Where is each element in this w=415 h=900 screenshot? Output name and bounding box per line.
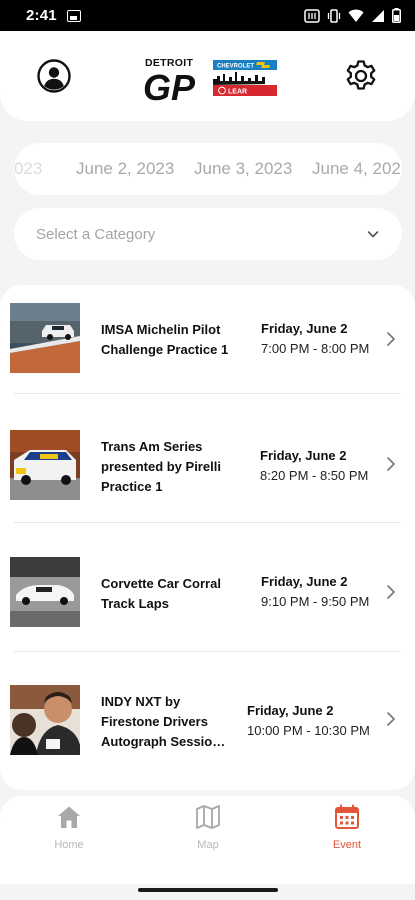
- detroit-gp-logo: DETROIT GP CHEVROLET LEAR: [143, 56, 279, 108]
- chevron-down-icon: [367, 231, 379, 238]
- map-icon: [196, 805, 220, 829]
- date-option[interactable]: June 4, 2023: [312, 159, 402, 179]
- event-title: Trans Am Series presented by Pirelli Pra…: [101, 439, 221, 494]
- nav-label: Event: [332, 839, 362, 851]
- chevron-right-icon: [387, 457, 395, 471]
- nfc-icon: [304, 8, 320, 23]
- nav-map[interactable]: Map: [173, 804, 243, 851]
- nav-label: Map: [197, 839, 219, 851]
- status-bar: 2:41: [0, 0, 415, 31]
- svg-text:CHEVROLET: CHEVROLET: [217, 64, 254, 70]
- events-list: IMSA Michelin Pilot Challenge Practice 1…: [0, 285, 415, 790]
- event-thumbnail: [10, 557, 80, 627]
- bottom-navigation: Home Map Event: [0, 796, 415, 884]
- event-row[interactable]: Trans Am Series presented by Pirelli Pra…: [0, 430, 415, 534]
- date-option[interactable]: June 2, 2023: [76, 159, 174, 179]
- app-header: DETROIT GP CHEVROLET LEAR: [0, 31, 415, 121]
- date-scroller[interactable]: June 1, 2023 June 2, 2023 June 3, 2023 J…: [14, 143, 402, 195]
- event-title: INDY NXT by Firestone Drivers Autograph …: [101, 694, 226, 749]
- settings-button[interactable]: [344, 59, 378, 93]
- date-option[interactable]: June 3, 2023: [194, 159, 292, 179]
- event-thumbnail: [10, 430, 80, 500]
- vibrate-icon: [327, 8, 341, 23]
- chevron-right-icon: [387, 585, 395, 599]
- nav-label: Home: [54, 839, 84, 851]
- chevron-right-icon: [387, 332, 395, 346]
- event-row[interactable]: INDY NXT by Firestone Drivers Autograph …: [0, 685, 415, 789]
- nav-event[interactable]: Event: [312, 804, 382, 851]
- event-date: Friday, June 2: [261, 574, 348, 589]
- profile-button[interactable]: [37, 59, 71, 93]
- event-date: Friday, June 2: [261, 321, 348, 336]
- svg-text:LEAR: LEAR: [228, 89, 247, 96]
- event-time: 10:00 PM - 10:30 PM: [247, 723, 370, 738]
- category-placeholder: Select a Category: [36, 225, 156, 243]
- event-thumbnail: [10, 303, 80, 373]
- event-row[interactable]: Corvette Car Corral Track Laps Friday, J…: [0, 557, 415, 661]
- divider: [14, 522, 401, 523]
- battery-icon: [392, 8, 401, 23]
- calendar-icon: [335, 804, 359, 829]
- event-date: Friday, June 2: [247, 703, 334, 718]
- svg-text:GP: GP: [143, 67, 196, 104]
- gear-icon: [346, 60, 376, 90]
- event-time: 8:20 PM - 8:50 PM: [260, 468, 369, 483]
- event-row[interactable]: IMSA Michelin Pilot Challenge Practice 1…: [0, 303, 415, 407]
- image-notification-icon: [66, 9, 81, 22]
- status-icons: [304, 8, 401, 23]
- divider: [14, 651, 401, 652]
- event-date: Friday, June 2: [260, 448, 347, 463]
- event-time: 9:10 PM - 9:50 PM: [261, 594, 370, 609]
- date-option[interactable]: June 1, 2023: [14, 159, 42, 179]
- event-title: IMSA Michelin Pilot Challenge Practice 1: [101, 322, 229, 357]
- status-time: 2:41: [26, 7, 57, 24]
- chevron-right-icon: [387, 712, 395, 726]
- wifi-icon: [348, 9, 364, 23]
- event-thumbnail: [10, 685, 80, 755]
- divider: [14, 393, 401, 394]
- event-title: Corvette Car Corral Track Laps: [101, 576, 221, 611]
- category-select[interactable]: Select a Category: [14, 208, 402, 260]
- nav-home[interactable]: Home: [34, 804, 104, 851]
- signal-icon: [371, 9, 385, 23]
- account-circle-icon: [37, 59, 71, 93]
- event-time: 7:00 PM - 8:00 PM: [261, 341, 370, 356]
- home-indicator[interactable]: [138, 888, 278, 892]
- home-icon: [58, 806, 80, 828]
